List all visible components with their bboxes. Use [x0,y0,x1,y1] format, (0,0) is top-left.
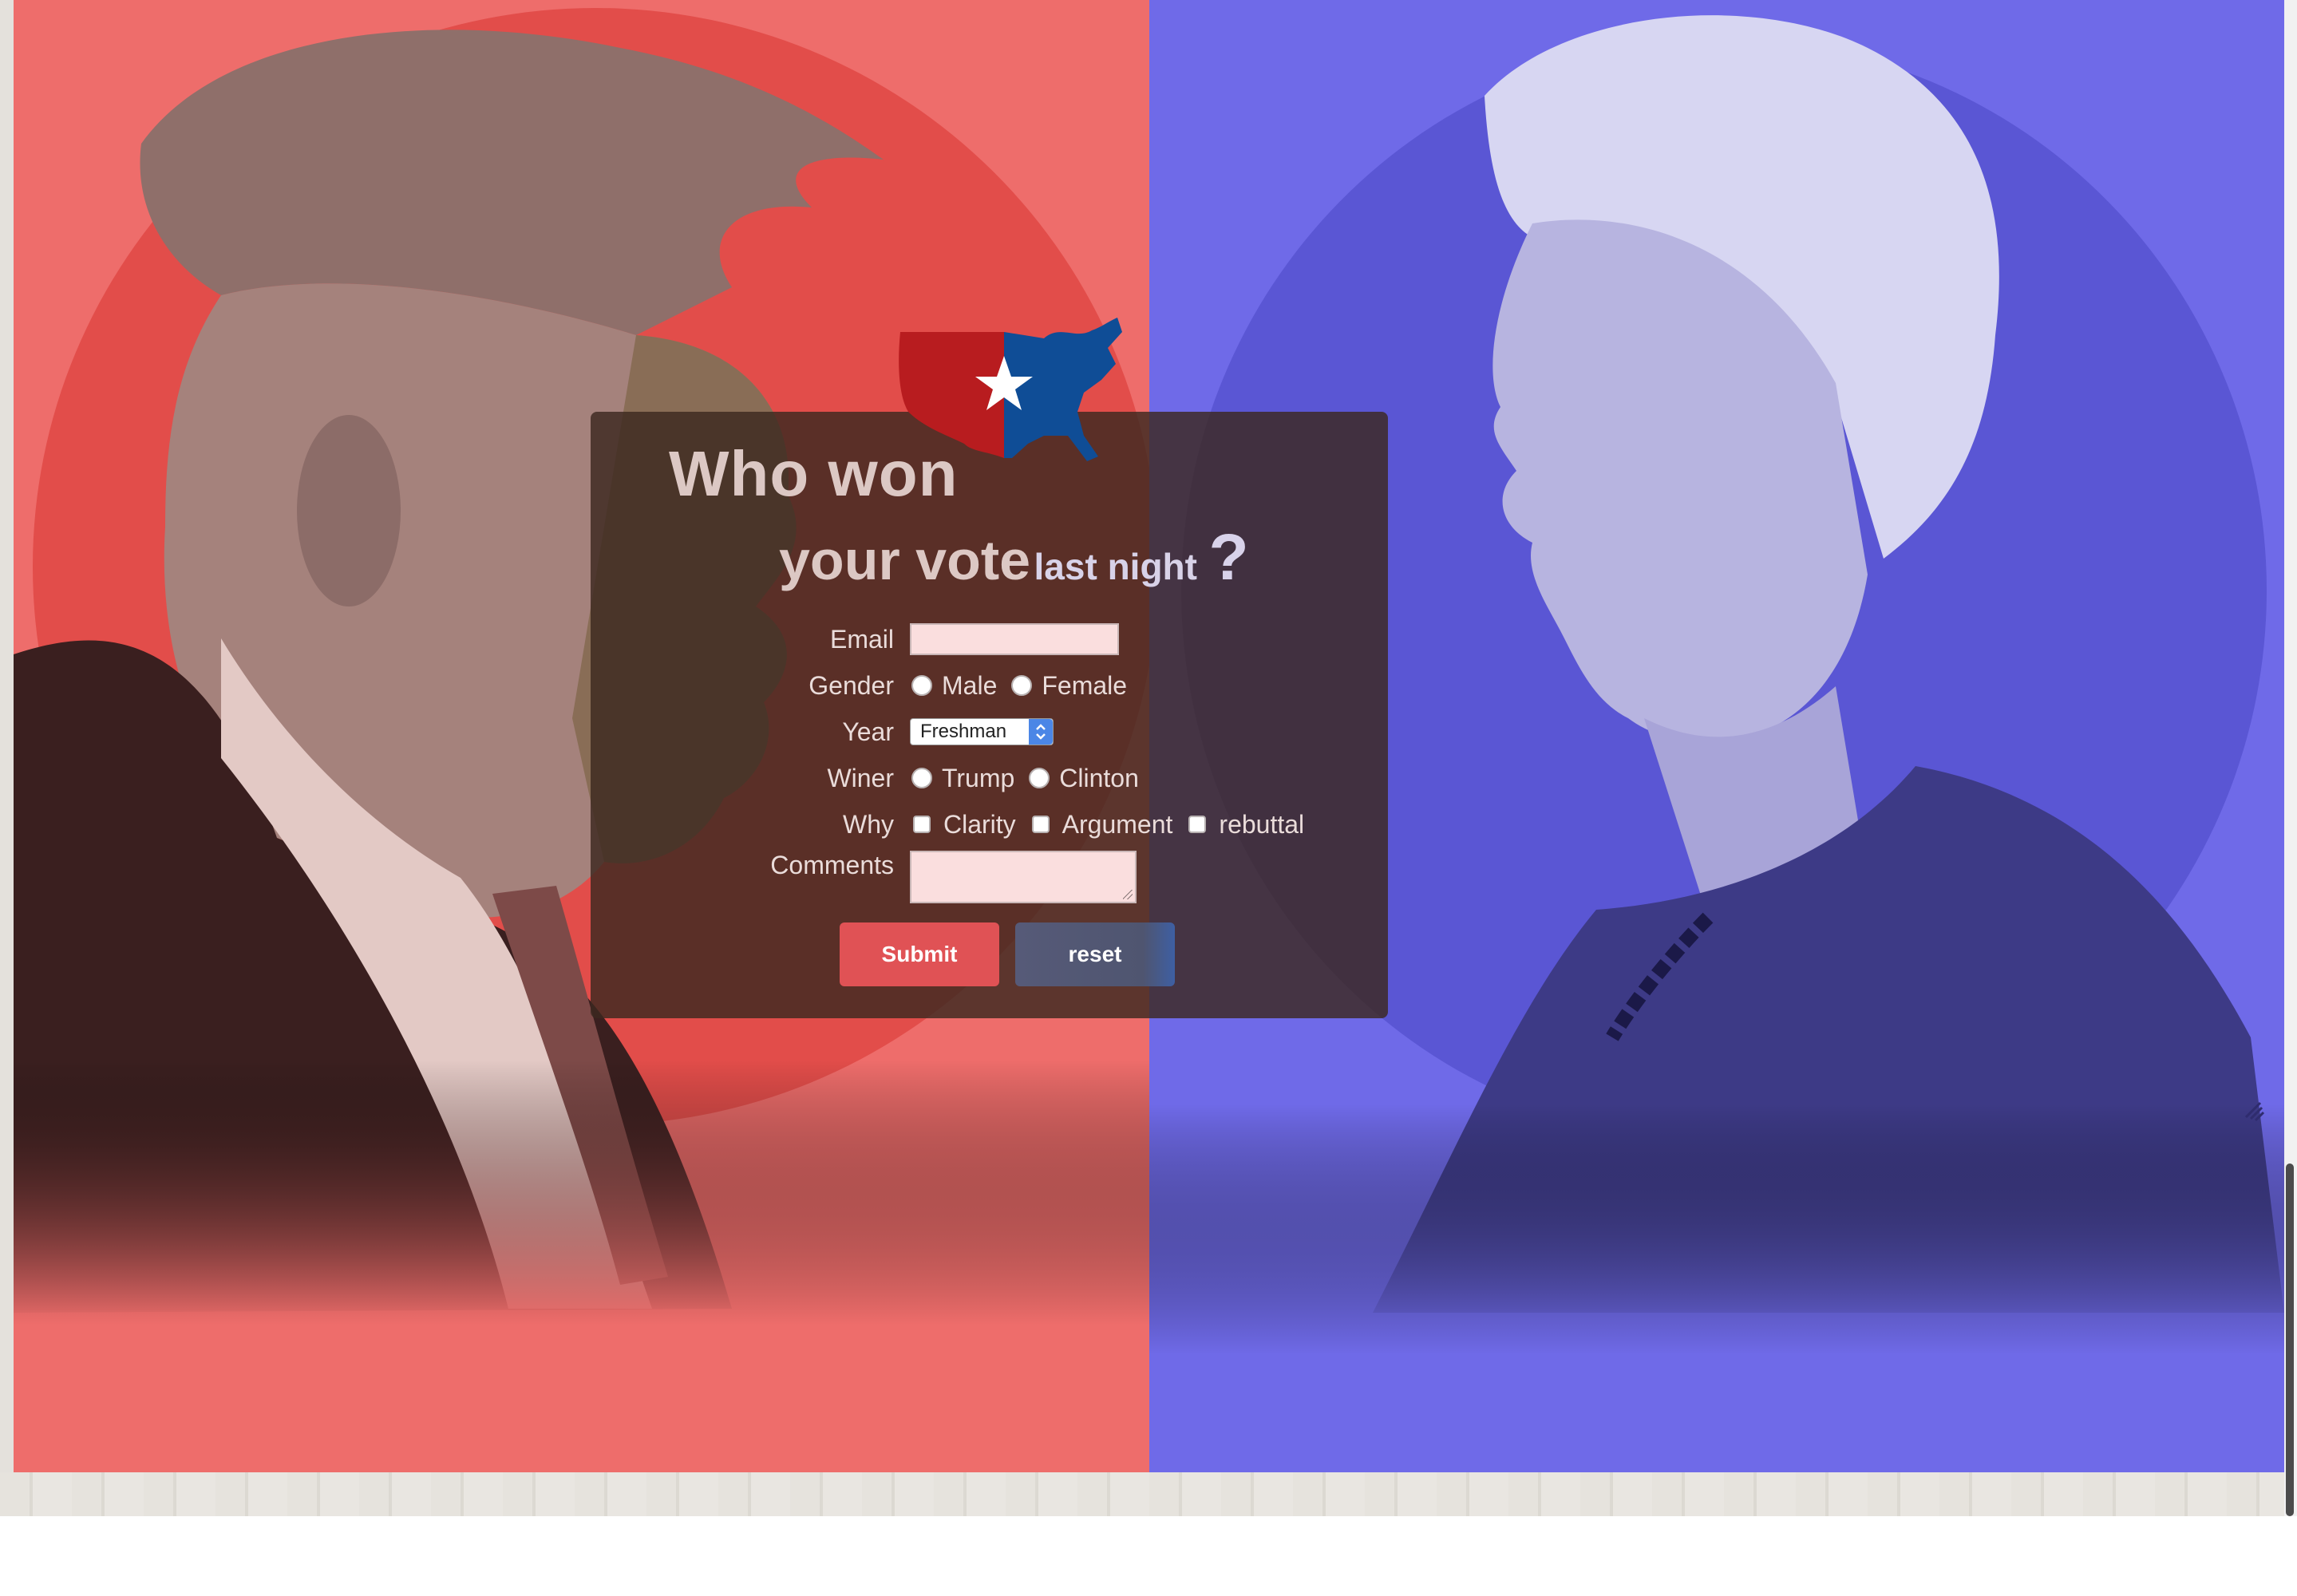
why-rebuttal-checkbox[interactable] [1188,816,1207,833]
gender-male-label: Male [942,670,998,700]
gender-female-radio[interactable] [1011,675,1033,696]
why-row: Why Clarity Argument rebuttal [607,804,1389,844]
title-line-2: your vote last night ? [779,520,1249,595]
email-row: Email [607,619,1389,659]
reset-button[interactable]: reset [1015,922,1175,986]
email-label: Email [829,624,894,654]
winner-clinton-label: Clinton [1059,763,1139,792]
year-label: Year [842,717,894,746]
winner-trump-radio[interactable] [911,768,932,788]
why-clarity-label: Clarity [943,809,1016,839]
year-select[interactable]: Freshman [910,718,1054,745]
comments-textarea[interactable] [910,851,1137,903]
why-label: Why [843,809,894,839]
page: Who won your vote last night ? Email Gen… [0,0,2297,1596]
title-line-1: Who won [669,438,959,509]
submit-button[interactable]: Submit [840,922,999,986]
why-clarity-checkbox[interactable] [913,816,931,833]
resize-handle-icon [2243,1100,2265,1122]
gender-male-radio[interactable] [911,675,932,696]
gender-row: Gender Male Female [607,666,1389,705]
winner-row: Winer Trump Clinton [607,758,1389,798]
comments-label: Comments [770,851,894,879]
winner-trump-label: Trump [942,763,1015,792]
why-rebuttal-label: rebuttal [1219,809,1305,839]
gender-label: Gender [808,670,894,700]
winner-clinton-radio[interactable] [1029,768,1050,788]
gender-female-label: Female [1042,670,1128,700]
winner-label: Winer [827,763,894,792]
why-argument-label: Argument [1062,809,1173,839]
title-your-vote: your vote [779,529,1031,591]
why-argument-checkbox[interactable] [1031,816,1050,833]
chevron-updown-icon [1029,719,1053,745]
year-selected-value: Freshman [920,721,1007,742]
title-question-mark: ? [1208,521,1249,594]
scrollbar-thumb[interactable] [2286,1163,2294,1516]
comments-row: Comments [607,851,1389,903]
year-row: Year Freshman [607,712,1389,752]
email-field[interactable] [910,623,1119,655]
title-last-night: last night [1034,546,1197,587]
